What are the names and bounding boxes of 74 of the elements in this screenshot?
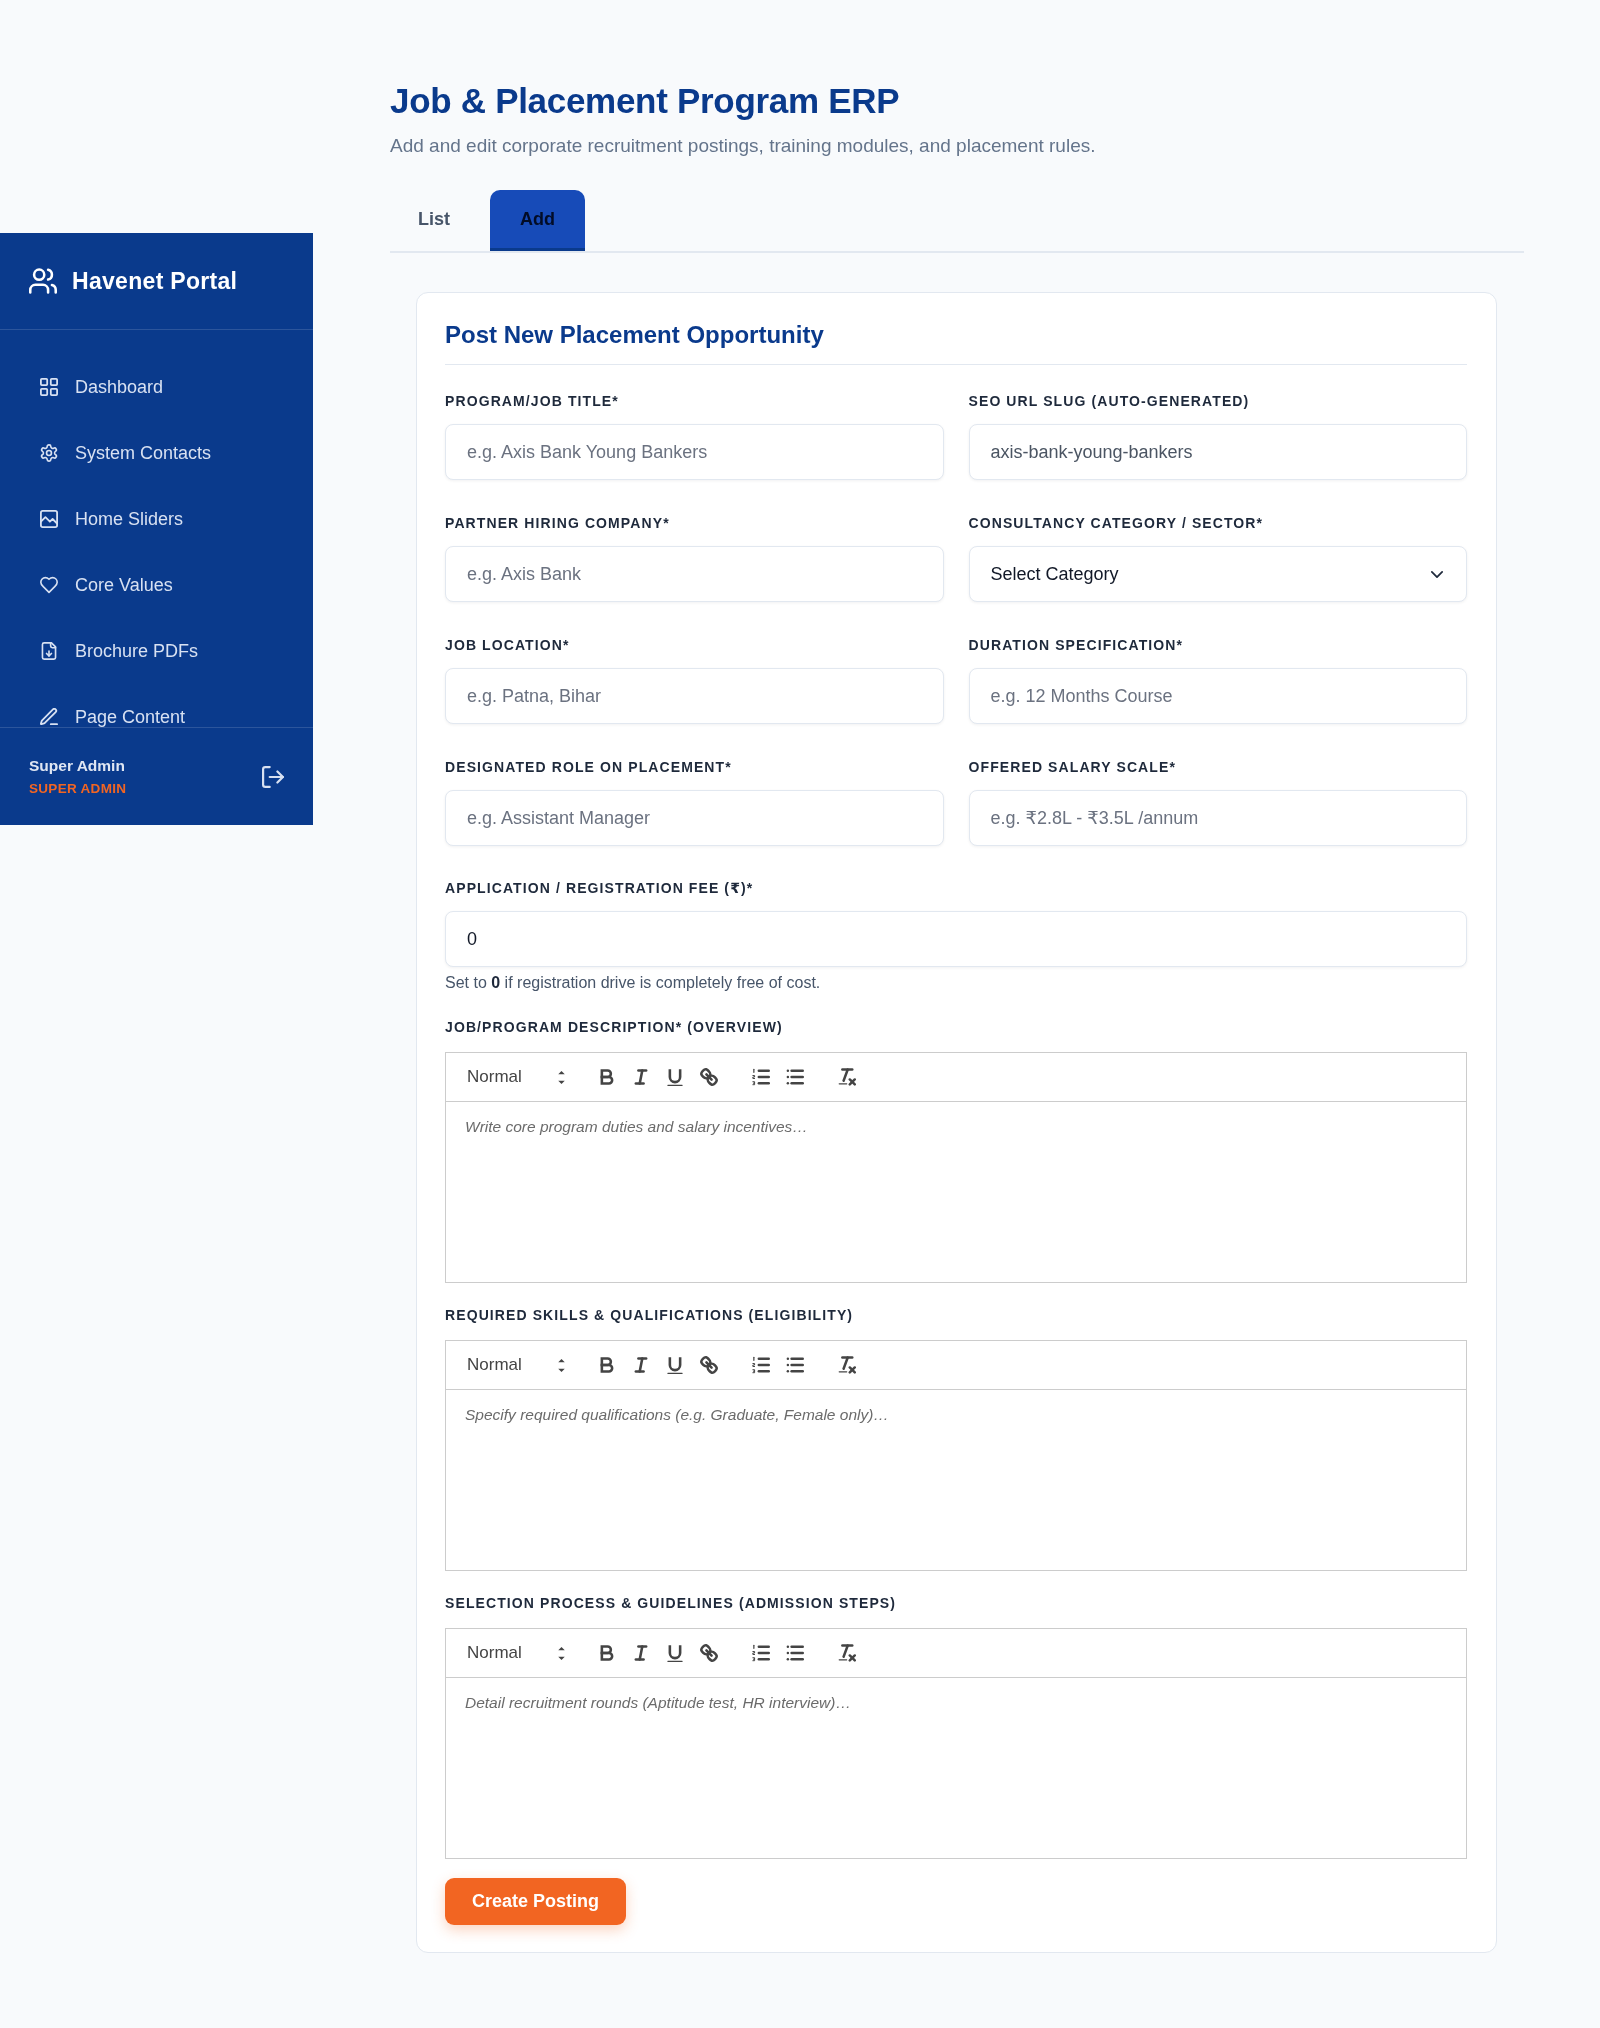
link-icon[interactable] <box>700 1068 718 1086</box>
users-icon <box>29 268 57 294</box>
field-label: PARTNER HIRING COMPANY* <box>445 514 671 533</box>
underline-icon[interactable] <box>666 1644 684 1662</box>
field-label: DESIGNATED ROLE ON PLACEMENT* <box>445 758 733 777</box>
clear-format-icon[interactable] <box>838 1356 856 1374</box>
file-download-icon <box>40 642 58 660</box>
input-field[interactable]: e.g. Axis Bank Young Bankers <box>445 424 944 480</box>
clear-format-icon[interactable] <box>838 1644 856 1662</box>
grid-icon <box>40 378 58 396</box>
nav-item[interactable]: Page Content <box>0 695 313 727</box>
italic-icon[interactable] <box>632 1068 650 1086</box>
input-field[interactable]: e.g. Patna, Bihar <box>445 668 944 724</box>
field-label: JOB LOCATION* <box>445 636 571 655</box>
bold-icon[interactable] <box>598 1356 616 1374</box>
rich-text-field[interactable]: Write core program duties and salary incentives… <box>445 1102 1467 1283</box>
logout-icon[interactable] <box>262 765 284 788</box>
input-field[interactable]: axis-bank-young-bankers <box>968 424 1467 480</box>
nav-item[interactable]: Core Values <box>0 563 313 607</box>
input-field[interactable]: e.g. ₹2.8L - ₹3.5L /annum <box>968 790 1467 846</box>
field-label: SELECTION PROCESS & GUIDELINES (ADMISSION STEPS) <box>445 1594 898 1613</box>
brand-name: Havenet Portal <box>72 267 238 295</box>
underline-icon[interactable] <box>666 1356 684 1374</box>
input-field[interactable]: e.g. 12 Months Course <box>968 668 1467 724</box>
rich-text-field[interactable]: Specify required qualifications (e.g. Graduate, Female only)… <box>445 1390 1467 1571</box>
field-label: SEO URL SLUG (AUTO-GENERATED) <box>968 392 1251 411</box>
page-title: Job & Placement Program ERP <box>390 80 901 122</box>
numbered-list-icon[interactable] <box>752 1068 770 1086</box>
field-label: PROGRAM/JOB TITLE* <box>445 392 620 411</box>
field-label: REQUIRED SKILLS & QUALIFICATIONS (ELIGIBILITY) <box>445 1306 855 1325</box>
input-field[interactable]: e.g. Axis Bank <box>445 546 944 602</box>
underline-icon[interactable] <box>666 1068 684 1086</box>
numbered-list-icon[interactable] <box>752 1356 770 1374</box>
form-title: Post New Placement Opportunity <box>445 320 1467 365</box>
field-label: DURATION SPECIFICATION* <box>968 636 1185 655</box>
clear-format-icon[interactable] <box>838 1068 856 1086</box>
heart-icon <box>40 576 58 594</box>
link-icon[interactable] <box>700 1644 718 1662</box>
italic-icon[interactable] <box>632 1644 650 1662</box>
user-role: SUPER ADMIN <box>29 781 127 796</box>
user-name: Super Admin <box>29 757 126 775</box>
bullet-list-icon[interactable] <box>786 1068 804 1086</box>
rich-text-field[interactable]: Detail recruitment rounds (Aptitude test, HR interview)… <box>445 1678 1467 1859</box>
field-label: OFFERED SALARY SCALE* <box>968 758 1177 777</box>
sort-arrows-icon <box>558 1646 565 1660</box>
sort-arrows-icon <box>558 1070 565 1084</box>
pen-icon <box>40 708 58 726</box>
field-label: APPLICATION / REGISTRATION FEE (₹)* <box>445 879 755 898</box>
sort-arrows-icon <box>558 1358 565 1372</box>
bullet-list-icon[interactable] <box>786 1644 804 1662</box>
field-label: JOB/PROGRAM DESCRIPTION* (OVERVIEW) <box>445 1018 784 1037</box>
chevron-down-icon <box>1431 570 1443 578</box>
bold-icon[interactable] <box>598 1644 616 1662</box>
help-text: Set to 0 if registration drive is completely free of cost. <box>445 973 822 993</box>
nav-item[interactable]: Home Sliders <box>0 497 313 541</box>
tab[interactable]: List <box>390 190 478 251</box>
format-select[interactable]: Normal <box>456 1637 583 1669</box>
bold-icon[interactable] <box>598 1068 616 1086</box>
numbered-list-icon[interactable] <box>752 1644 770 1662</box>
page-subtitle: Add and edit corporate recruitment postings, training modules, and placement rules. <box>390 134 1097 158</box>
format-select[interactable]: Normal <box>456 1061 583 1093</box>
nav-item[interactable]: System Contacts <box>0 431 313 475</box>
nav-item[interactable]: Brochure PDFs <box>0 629 313 673</box>
link-icon[interactable] <box>700 1356 718 1374</box>
italic-icon[interactable] <box>632 1356 650 1374</box>
settings-icon <box>40 444 58 462</box>
input-field[interactable]: e.g. Assistant Manager <box>445 790 944 846</box>
category-select[interactable]: Select Category <box>968 546 1467 602</box>
field-label: CONSULTANCY CATEGORY / SECTOR* <box>968 514 1265 533</box>
image-icon <box>40 510 58 528</box>
bullet-list-icon[interactable] <box>786 1356 804 1374</box>
format-select[interactable]: Normal <box>456 1349 583 1381</box>
nav-item[interactable]: Dashboard <box>0 365 313 409</box>
input-field[interactable]: 0 <box>445 911 1467 967</box>
